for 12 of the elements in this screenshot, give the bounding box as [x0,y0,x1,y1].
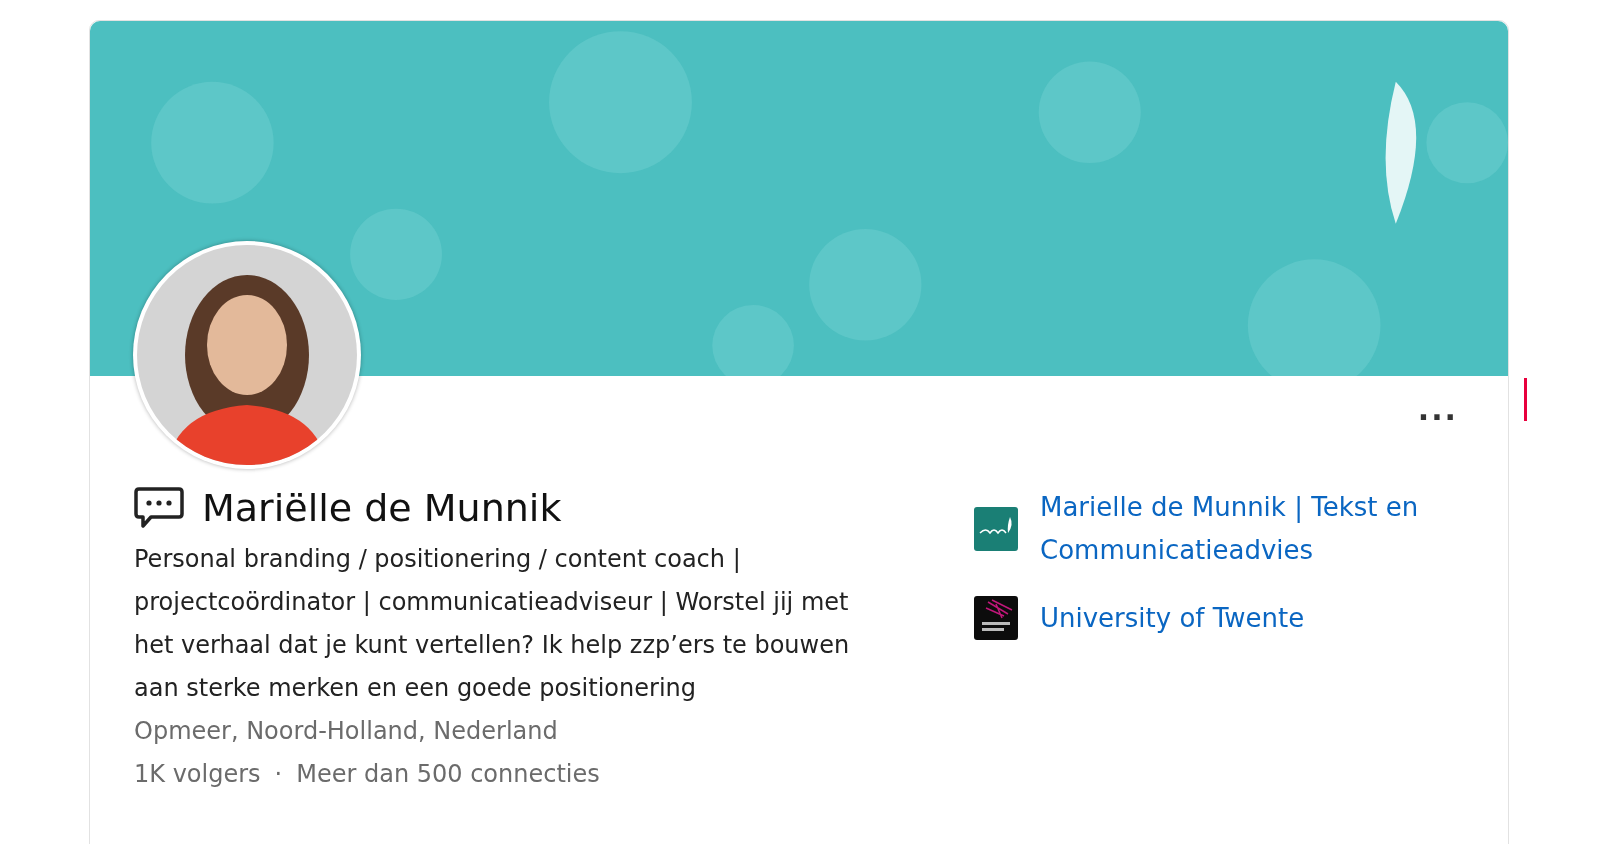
separator-dot: · [274,759,283,790]
organization-link[interactable]: University of Twente [1040,596,1460,640]
chat-bubble-icon[interactable] [134,486,184,530]
profile-headline: Personal branding / positionering / content coach | projectcoördinator | communicatieadviseur | Worstel jij met het verhaal dat je kunt vertellen? Ik help zzp’ers te bouwen aan sterke merken en een goede positionering [134,544,851,704]
profile-name: Mariëlle de Munnik [202,486,562,530]
organization-link[interactable]: Marielle de Munnik | Tekst en Communicatieadvies [1040,486,1460,572]
connections-count: Meer dan 500 connecties [296,759,600,790]
more-button[interactable]: ... [1411,390,1464,430]
followers-count: 1K volgers [134,759,261,790]
school-logo-icon [974,596,1018,640]
location-text: Opmeer, Noord-Holland, Nederland [134,716,559,747]
feather-logo-icon [974,507,1018,551]
